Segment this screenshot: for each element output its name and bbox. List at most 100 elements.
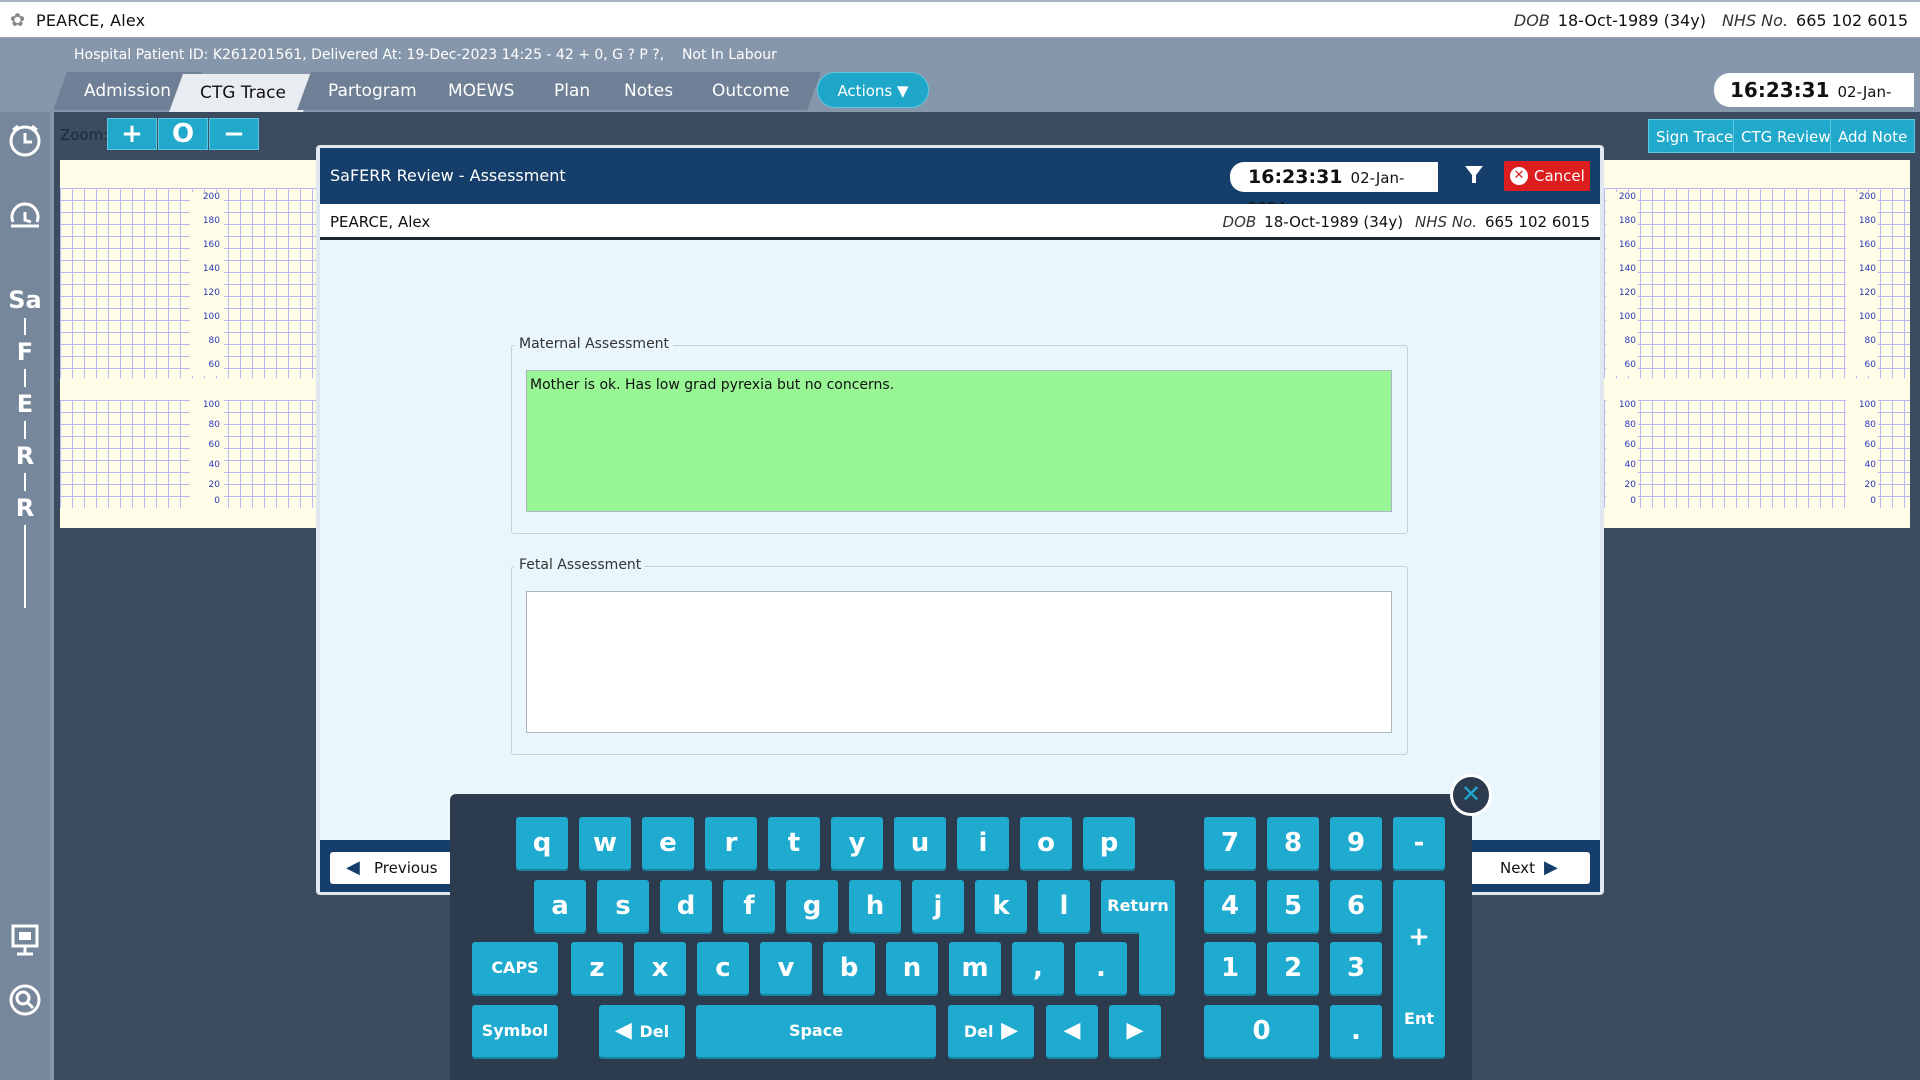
dialog-patient-name: PEARCE, Alex	[330, 213, 431, 231]
fhr-tick: 200	[1858, 192, 1876, 202]
fhr-tick: 60	[1624, 360, 1636, 370]
key-l[interactable]: l	[1038, 880, 1090, 932]
saferr-r2-button[interactable]: R	[8, 491, 42, 525]
zoom-reset-button[interactable]: O	[158, 118, 208, 150]
key-0[interactable]: 0	[1204, 1005, 1319, 1057]
toco-tick: 20	[208, 480, 220, 490]
add-note-button[interactable]: Add Note	[1830, 119, 1916, 153]
key-enter[interactable]: Ent	[1393, 980, 1445, 1057]
close-icon: ✕	[1460, 780, 1482, 808]
toco-tick: 100	[202, 400, 220, 410]
key-comma[interactable]: ,	[1012, 942, 1064, 994]
saferr-f-button[interactable]: F	[8, 335, 42, 369]
header-clock: 16:23:3102-Jan-2024	[1714, 73, 1914, 135]
zoom-in-button[interactable]: +	[107, 118, 157, 150]
key-q[interactable]: q	[516, 817, 568, 869]
key-decimal[interactable]: .	[1330, 1005, 1382, 1057]
key-caps[interactable]: CAPS	[472, 942, 558, 994]
key-t[interactable]: t	[768, 817, 820, 869]
fhr-tick: 160	[1858, 240, 1876, 250]
toco-tick: 40	[208, 460, 220, 470]
keyboard-close-button[interactable]: ✕	[1450, 774, 1492, 816]
key-r[interactable]: r	[705, 817, 757, 869]
saferr-sa-button[interactable]: Sa	[8, 283, 42, 317]
key-x[interactable]: x	[634, 942, 686, 994]
key-i[interactable]: i	[957, 817, 1009, 869]
fhr-tick: 100	[1618, 312, 1636, 322]
fhr-tick: 140	[202, 264, 220, 274]
key-n[interactable]: n	[886, 942, 938, 994]
key-f[interactable]: f	[723, 880, 775, 932]
fetal-assessment-field[interactable]	[526, 591, 1392, 733]
fhr-tick: 180	[202, 216, 220, 226]
key-g[interactable]: g	[786, 880, 838, 932]
history-clock-icon[interactable]	[6, 198, 44, 236]
key-3[interactable]: 3	[1330, 942, 1382, 994]
top-bar: ✿ PEARCE, Alex DOB 18-Oct-1989 (34y) NHS N…	[0, 0, 1920, 38]
key-plus[interactable]: +	[1393, 880, 1445, 994]
key-j[interactable]: j	[912, 880, 964, 932]
app-logo-icon: ✿	[10, 10, 26, 31]
key-k[interactable]: k	[975, 880, 1027, 932]
key-space[interactable]: Space	[696, 1005, 936, 1057]
key-m[interactable]: m	[949, 942, 1001, 994]
key-2[interactable]: 2	[1267, 942, 1319, 994]
saferr-e-button[interactable]: E	[8, 387, 42, 421]
key-w[interactable]: w	[579, 817, 631, 869]
key-cursor-right[interactable]: ▶	[1109, 1005, 1161, 1057]
sign-trace-button[interactable]: Sign Trace	[1648, 119, 1742, 153]
key-b[interactable]: b	[823, 942, 875, 994]
patient-name: PEARCE, Alex	[36, 11, 146, 30]
key-4[interactable]: 4	[1204, 880, 1256, 932]
key-p[interactable]: p	[1083, 817, 1135, 869]
toco-tick: 40	[1624, 460, 1636, 470]
arrow-right-icon: ▶	[1544, 857, 1558, 878]
fhr-tick: 60	[208, 360, 220, 370]
patient-info-line: Hospital Patient ID: K261201561, Deliver…	[74, 47, 777, 63]
tab-outcome[interactable]: Outcome	[681, 72, 821, 110]
key-minus[interactable]: -	[1393, 817, 1445, 869]
key-6[interactable]: 6	[1330, 880, 1382, 932]
zoom-out-button[interactable]: −	[209, 118, 259, 150]
key-delete-left[interactable]: ◀ Del	[599, 1005, 685, 1057]
saferr-r1-button[interactable]: R	[8, 439, 42, 473]
toco-tick: 100	[1858, 400, 1876, 410]
key-delete-right[interactable]: Del ▶	[948, 1005, 1034, 1057]
key-h[interactable]: h	[849, 880, 901, 932]
fhr-tick: 80	[208, 336, 220, 346]
key-a[interactable]: a	[534, 880, 586, 932]
key-c[interactable]: c	[697, 942, 749, 994]
maternal-assessment-field[interactable]: Mother is ok. Has low grad pyrexia but n…	[526, 370, 1392, 512]
search-icon[interactable]	[6, 982, 44, 1020]
key-z[interactable]: z	[571, 942, 623, 994]
filter-icon[interactable]	[1462, 164, 1486, 188]
key-7[interactable]: 7	[1204, 817, 1256, 869]
presentation-icon[interactable]	[6, 922, 44, 960]
key-v[interactable]: v	[760, 942, 812, 994]
key-o[interactable]: o	[1020, 817, 1072, 869]
toco-tick: 60	[208, 440, 220, 450]
key-y[interactable]: y	[831, 817, 883, 869]
ctg-review-button[interactable]: CTG Review	[1733, 119, 1839, 153]
previous-button[interactable]: ◀ Previous	[330, 852, 452, 884]
key-8[interactable]: 8	[1267, 817, 1319, 869]
cancel-button[interactable]: ✕ Cancel	[1504, 161, 1590, 191]
key-s[interactable]: s	[597, 880, 649, 932]
key-1[interactable]: 1	[1204, 942, 1256, 994]
next-button[interactable]: Next ▶	[1468, 852, 1590, 884]
key-return-stem[interactable]	[1139, 924, 1175, 994]
actions-dropdown[interactable]: Actions ▼	[817, 72, 929, 108]
key-9[interactable]: 9	[1330, 817, 1382, 869]
key-cursor-left[interactable]: ◀	[1046, 1005, 1098, 1057]
key-u[interactable]: u	[894, 817, 946, 869]
toco-tick: 0	[1870, 496, 1876, 506]
key-period[interactable]: .	[1075, 942, 1127, 994]
key-5[interactable]: 5	[1267, 880, 1319, 932]
toco-scale: 100 80 60 40 20 0	[190, 400, 224, 508]
key-e[interactable]: e	[642, 817, 694, 869]
tab-ctg-trace[interactable]: CTG Trace	[169, 74, 317, 112]
key-d[interactable]: d	[660, 880, 712, 932]
fhr-tick: 200	[202, 192, 220, 202]
alarm-clock-icon[interactable]	[6, 122, 44, 160]
key-symbol[interactable]: Symbol	[472, 1005, 558, 1057]
